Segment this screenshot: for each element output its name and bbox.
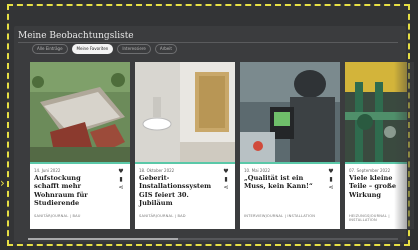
share-icon[interactable]: ⋖: [222, 184, 230, 192]
heart-icon[interactable]: ♥: [222, 168, 230, 176]
chevron-right-icon[interactable]: ›: [0, 177, 5, 189]
card-date: 07. September 2022: [349, 168, 391, 173]
share-icon[interactable]: ⋖: [117, 184, 125, 192]
heart-icon[interactable]: ♥: [117, 168, 125, 176]
card-actions: ♥ ▮ ⋖: [222, 168, 230, 192]
title-divider: [18, 42, 398, 43]
technician-photo: [240, 62, 340, 162]
card-category: SANITÄRJOURNAL | BAU: [34, 214, 81, 218]
card-actions: ♥ ▮ ⋖: [117, 168, 125, 192]
filter-chip-all[interactable]: Alle Einträge: [32, 44, 68, 54]
filter-chip-interests[interactable]: Interessiere: [117, 44, 151, 54]
card-date: 10. Mai 2022: [244, 168, 271, 173]
bookmark-icon[interactable]: ▮: [117, 176, 125, 184]
bathroom-photo: [135, 62, 235, 162]
heart-icon[interactable]: ♥: [327, 168, 335, 176]
filter-chip-favorites[interactable]: Meine Favoriten: [71, 44, 114, 54]
carousel-scrollbar-thumb[interactable]: [28, 238, 178, 240]
section-title: Meine Beobachtungsliste: [18, 31, 134, 41]
article-card[interactable]: 18. Oktober 2022 Geberit-Installationssy…: [135, 62, 235, 229]
card-date: 14. Juni 2022: [34, 168, 61, 173]
article-card[interactable]: 14. Juni 2022 Aufstockung schafft mehr W…: [30, 62, 130, 229]
card-date: 18. Oktober 2022: [139, 168, 175, 173]
filter-chips: Alle Einträge Meine Favoriten Interessie…: [32, 44, 177, 54]
card-accent-bar: [240, 162, 340, 164]
bookmark-icon[interactable]: ▮: [222, 176, 230, 184]
bookmark-icon[interactable]: ▮: [327, 176, 335, 184]
share-icon[interactable]: ⋖: [327, 184, 335, 192]
card-actions: ♥ ▮ ⋖: [327, 168, 335, 192]
card-category: SANITÄRJOURNAL | BAD: [139, 214, 186, 218]
card-headline[interactable]: Aufstockung schafft mehr Wohnraum für St…: [34, 174, 108, 208]
card-accent-bar: [135, 162, 235, 164]
card-category: INTERVIEWJOURNAL | INSTALLATION: [244, 214, 316, 218]
carousel-edge-fade: [394, 62, 414, 229]
card-accent-bar: [30, 162, 130, 164]
article-card[interactable]: 10. Mai 2022 „Qualität ist ein Muss, kei…: [240, 62, 340, 229]
card-headline[interactable]: Geberit-Installationssystem GIS feiert 3…: [139, 174, 213, 208]
filter-chip-work[interactable]: Arbeit: [154, 44, 177, 54]
aerial-building-photo: [30, 62, 130, 162]
card-headline[interactable]: „Qualität ist ein Muss, kein Kann!“: [244, 174, 318, 191]
